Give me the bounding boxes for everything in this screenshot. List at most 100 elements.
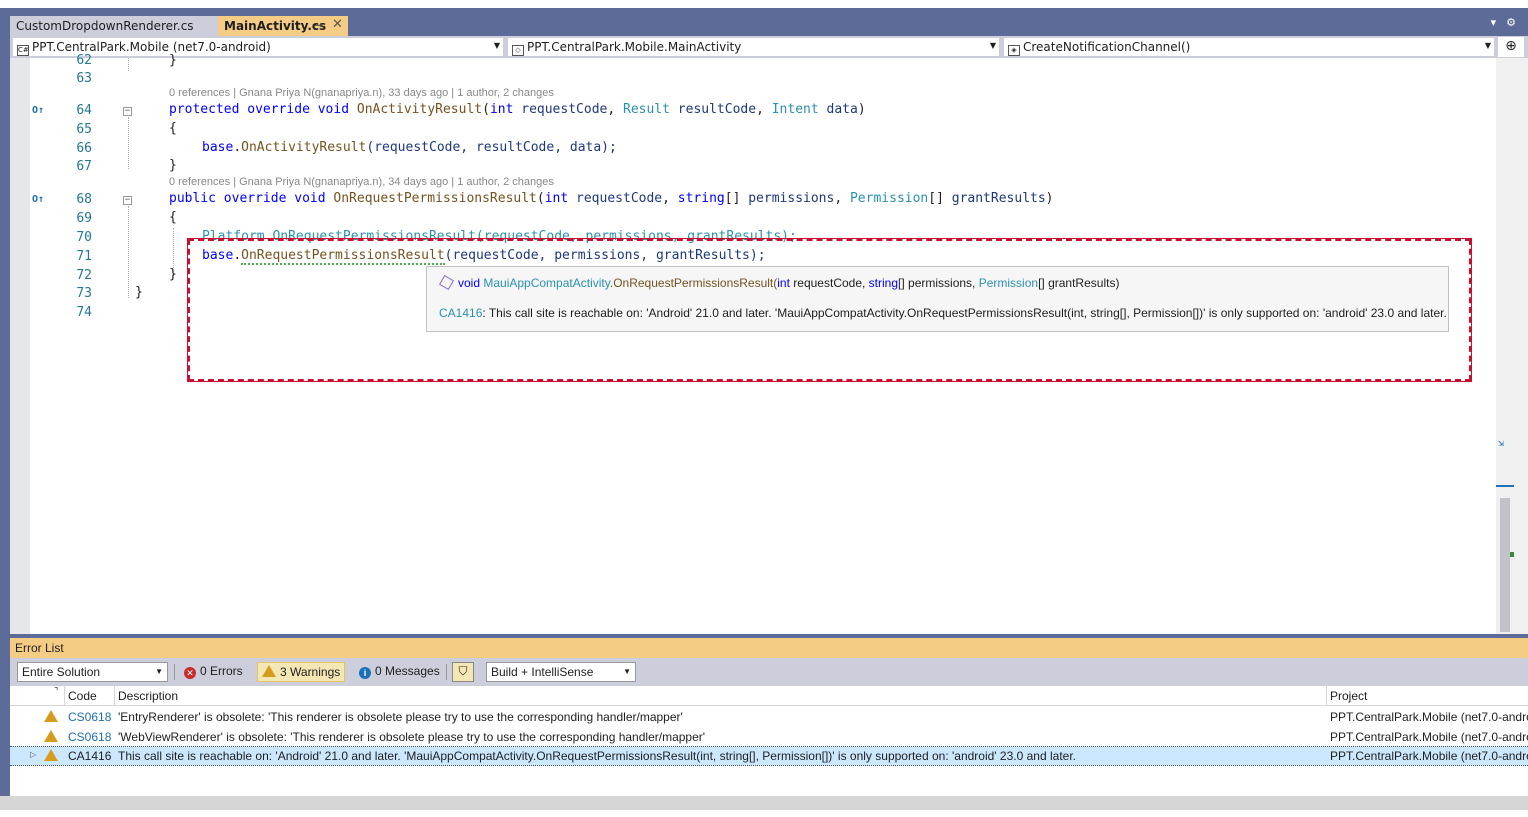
messages-filter-button[interactable]: i0 Messages — [355, 662, 444, 682]
warning-icon — [262, 665, 276, 677]
warning-icon — [44, 710, 58, 722]
chevron-down-icon: ▼ — [155, 667, 163, 676]
row-project: PPT.CentralPark.Mobile (net7.0-android) — [1330, 749, 1528, 763]
table-row[interactable]: CS0618 'WebViewRenderer' is obsolete: 'T… — [10, 727, 1528, 747]
line-number: 63 — [76, 71, 92, 86]
outline-guide — [128, 206, 129, 298]
line-number: 72 — [76, 268, 92, 283]
line-number: 64 — [76, 103, 92, 118]
editor-left-margin — [10, 58, 30, 634]
vertical-scrollbar[interactable]: ⇲ — [1496, 58, 1528, 634]
line-number: 73 — [76, 286, 92, 301]
line-number: 62 — [76, 53, 92, 68]
override-icon[interactable]: O↑ — [32, 105, 44, 116]
line-number: 70 — [76, 230, 92, 245]
class-icon: ◇ — [512, 45, 524, 56]
expand-icon[interactable]: ▷ — [30, 750, 36, 759]
row-code[interactable]: CS0618 — [68, 730, 111, 744]
code-line-67: } — [169, 158, 177, 173]
chevron-down-icon: ▼ — [493, 41, 500, 50]
chevron-down-icon: ▼ — [989, 41, 996, 50]
project-label: PPT.CentralPark.Mobile (net7.0-android) — [32, 40, 271, 54]
scrollbar-thumb[interactable] — [1500, 498, 1510, 632]
line-number: 67 — [76, 159, 92, 174]
filter-icon[interactable]: ⛉ — [452, 662, 474, 682]
class-label: PPT.CentralPark.Mobile.MainActivity — [527, 40, 742, 54]
method-cube-icon — [438, 274, 455, 291]
collapse-icon[interactable]: − — [123, 196, 132, 205]
member-label: CreateNotificationChannel() — [1023, 40, 1191, 54]
outline-guide — [128, 58, 129, 71]
table-row-selected[interactable]: ▷ CA1416 This call site is reachable on:… — [10, 746, 1528, 766]
tab-label: MainActivity.cs — [224, 19, 327, 33]
row-project: PPT.CentralPark.Mobile (net7.0-android) — [1330, 710, 1528, 724]
line-number: 71 — [76, 249, 92, 264]
code-line-66: base.OnActivityResult(requestCode, resul… — [202, 140, 617, 155]
code-line-68: public override void OnRequestPermission… — [169, 191, 1054, 206]
code-line-72: } — [169, 267, 177, 282]
settings-gear-icon[interactable]: ⚙ — [1506, 16, 1516, 29]
row-description: 'EntryRenderer' is obsolete: 'This rende… — [118, 710, 683, 724]
project-icon: C# — [17, 45, 29, 56]
code-line-69: { — [169, 210, 177, 225]
warnings-filter-button[interactable]: 3 Warnings — [257, 662, 346, 682]
split-marker-icon: ⇲ — [1498, 438, 1505, 449]
class-dropdown[interactable]: ◇ PPT.CentralPark.Mobile.MainActivity ▼ — [507, 37, 1000, 57]
quickinfo-tooltip: void MauiAppCompatActivity.OnRequestPerm… — [426, 266, 1449, 332]
navigation-bar: C# PPT.CentralPark.Mobile (net7.0-android… — [10, 36, 1528, 58]
column-project[interactable]: Project — [1330, 689, 1367, 703]
error-list-title: Error List — [10, 638, 1528, 658]
close-icon[interactable]: ✕ — [332, 17, 343, 32]
info-icon: i — [359, 667, 371, 679]
error-list-panel: Error List Entire Solution ▼ ✕ 0 Errors 3 … — [10, 638, 1528, 796]
warning-icon — [44, 749, 58, 761]
line-number: 65 — [76, 122, 92, 137]
table-row[interactable]: CS0618 'EntryRenderer' is obsolete: 'Thi… — [10, 707, 1528, 727]
pin-icon[interactable]: ⊸ — [314, 19, 323, 32]
tab-custom-dropdown-renderer[interactable]: CustomDropdownRenderer.cs — [10, 16, 218, 36]
errors-filter-button[interactable]: ✕ 0 Errors — [180, 662, 247, 682]
error-list-header: ⌝ Code Description Project — [10, 686, 1528, 706]
warning-icon — [44, 730, 58, 742]
row-code[interactable]: CA1416 — [68, 749, 111, 763]
class-link[interactable]: MauiAppCompatActivity — [483, 276, 610, 290]
row-description: This call site is reachable on: 'Android… — [118, 749, 1076, 763]
document-tab-bar: CustomDropdownRenderer.cs MainActivity.c… — [0, 10, 1528, 36]
outline-guide — [128, 117, 129, 169]
codelens-info[interactable]: 0 references | Gnana Priya N(gnanapriya.… — [169, 176, 554, 188]
top-strip — [0, 0, 1528, 10]
tab-list-dropdown-icon[interactable]: ▾ — [1491, 16, 1497, 29]
member-dropdown[interactable]: ◈ CreateNotificationChannel() ▼ — [1003, 37, 1495, 57]
code-editor[interactable]: 62 63 64 65 66 67 68 69 70 71 72 73 74 O… — [10, 53, 1528, 634]
tab-main-activity[interactable]: MainActivity.cs ⊸ ✕ — [218, 16, 348, 36]
code-line-62: } — [169, 53, 177, 68]
row-project: PPT.CentralPark.Mobile (net7.0-android) — [1330, 730, 1528, 744]
caret-marker — [1496, 485, 1514, 487]
line-number: 74 — [76, 305, 92, 320]
column-description[interactable]: Description — [118, 689, 178, 703]
split-editor-icon[interactable]: ⊕ — [1498, 37, 1524, 57]
row-description: 'WebViewRenderer' is obsolete: 'This ren… — [118, 730, 706, 744]
line-number: 66 — [76, 141, 92, 156]
scope-dropdown[interactable]: Entire Solution ▼ — [17, 662, 168, 682]
column-code[interactable]: Code — [68, 689, 97, 703]
chevron-down-icon: ▼ — [1484, 41, 1491, 50]
line-number: 68 — [76, 192, 92, 207]
error-icon: ✕ — [184, 667, 196, 679]
codelens-info[interactable]: 0 references | Gnana Priya N(gnanapriya.… — [169, 87, 554, 99]
diagnostic-code-link[interactable]: CA1416 — [439, 306, 482, 320]
tabbar-right-controls: ▾ ⚙ — [1491, 16, 1516, 29]
chevron-down-icon: ▼ — [623, 667, 631, 676]
tooltip-diagnostic: CA1416: This call site is reachable on: … — [439, 306, 1447, 320]
status-strip — [0, 796, 1528, 810]
row-code[interactable]: CS0618 — [68, 710, 111, 724]
code-line-73: } — [135, 285, 143, 300]
override-icon[interactable]: O↑ — [32, 194, 44, 205]
build-source-dropdown[interactable]: Build + IntelliSense ▼ — [486, 662, 636, 682]
change-marker — [1510, 552, 1514, 557]
tooltip-signature: void MauiAppCompatActivity.OnRequestPerm… — [438, 274, 1119, 291]
line-number: 69 — [76, 211, 92, 226]
error-list-toolbar: Entire Solution ▼ ✕ 0 Errors 3 Warnings i0… — [10, 658, 1528, 686]
sort-icon[interactable]: ⌝ — [54, 686, 58, 697]
collapse-icon[interactable]: − — [123, 107, 132, 116]
